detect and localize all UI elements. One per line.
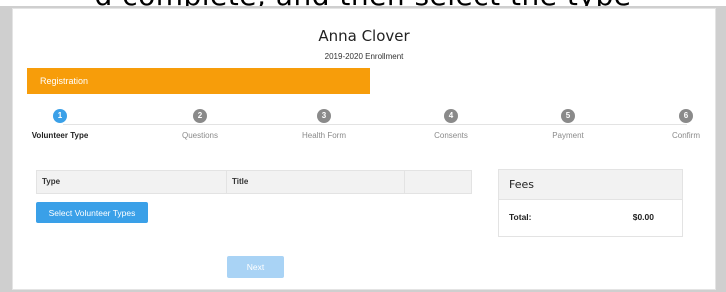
step-label: Health Form xyxy=(301,131,346,140)
step-number-2: 2 xyxy=(193,109,207,123)
window-edge xyxy=(716,6,726,292)
enrollment-subtitle: 2019-2020 Enrollment xyxy=(324,52,404,61)
step-health-form[interactable]: 3 Health Form xyxy=(279,109,369,140)
step-number-1: 1 xyxy=(53,109,67,123)
fees-total-value: $0.00 xyxy=(632,212,654,222)
next-button[interactable]: Next xyxy=(227,256,284,278)
column-header-blank xyxy=(405,171,471,193)
select-volunteer-types-button[interactable]: Select Volunteer Types xyxy=(36,202,148,223)
enrollment-panel: Anna Clover 2019-2020 Enrollment Registr… xyxy=(12,8,716,290)
step-label: Payment xyxy=(552,131,584,140)
step-consents[interactable]: 4 Consents xyxy=(406,109,496,140)
step-number-6: 6 xyxy=(679,109,693,123)
step-label: Confirm xyxy=(671,131,700,140)
step-label: Questions xyxy=(181,131,219,140)
window-frame: Anna Clover 2019-2020 Enrollment Registr… xyxy=(0,6,726,292)
member-name: Anna Clover xyxy=(318,27,410,45)
fees-total-label: Total: xyxy=(509,212,532,222)
step-questions[interactable]: 2 Questions xyxy=(155,109,245,140)
step-number-5: 5 xyxy=(561,109,575,123)
step-volunteer-type[interactable]: 1 Volunteer Type xyxy=(15,109,105,140)
step-label: Volunteer Type xyxy=(31,131,89,140)
column-header-type: Type xyxy=(37,171,227,193)
volunteer-types-table-header: Type Title xyxy=(36,170,472,194)
step-label: Consents xyxy=(434,131,468,140)
step-number-4: 4 xyxy=(444,109,458,123)
fees-title: Fees xyxy=(499,170,682,200)
column-header-title: Title xyxy=(227,171,405,193)
step-payment[interactable]: 5 Payment xyxy=(523,109,613,140)
fees-total-row: Total: $0.00 xyxy=(499,200,682,222)
registration-banner: Registration xyxy=(27,68,370,94)
step-confirm[interactable]: 6 Confirm xyxy=(641,109,726,140)
fees-card: Fees Total: $0.00 xyxy=(498,169,683,237)
step-number-3: 3 xyxy=(317,109,331,123)
